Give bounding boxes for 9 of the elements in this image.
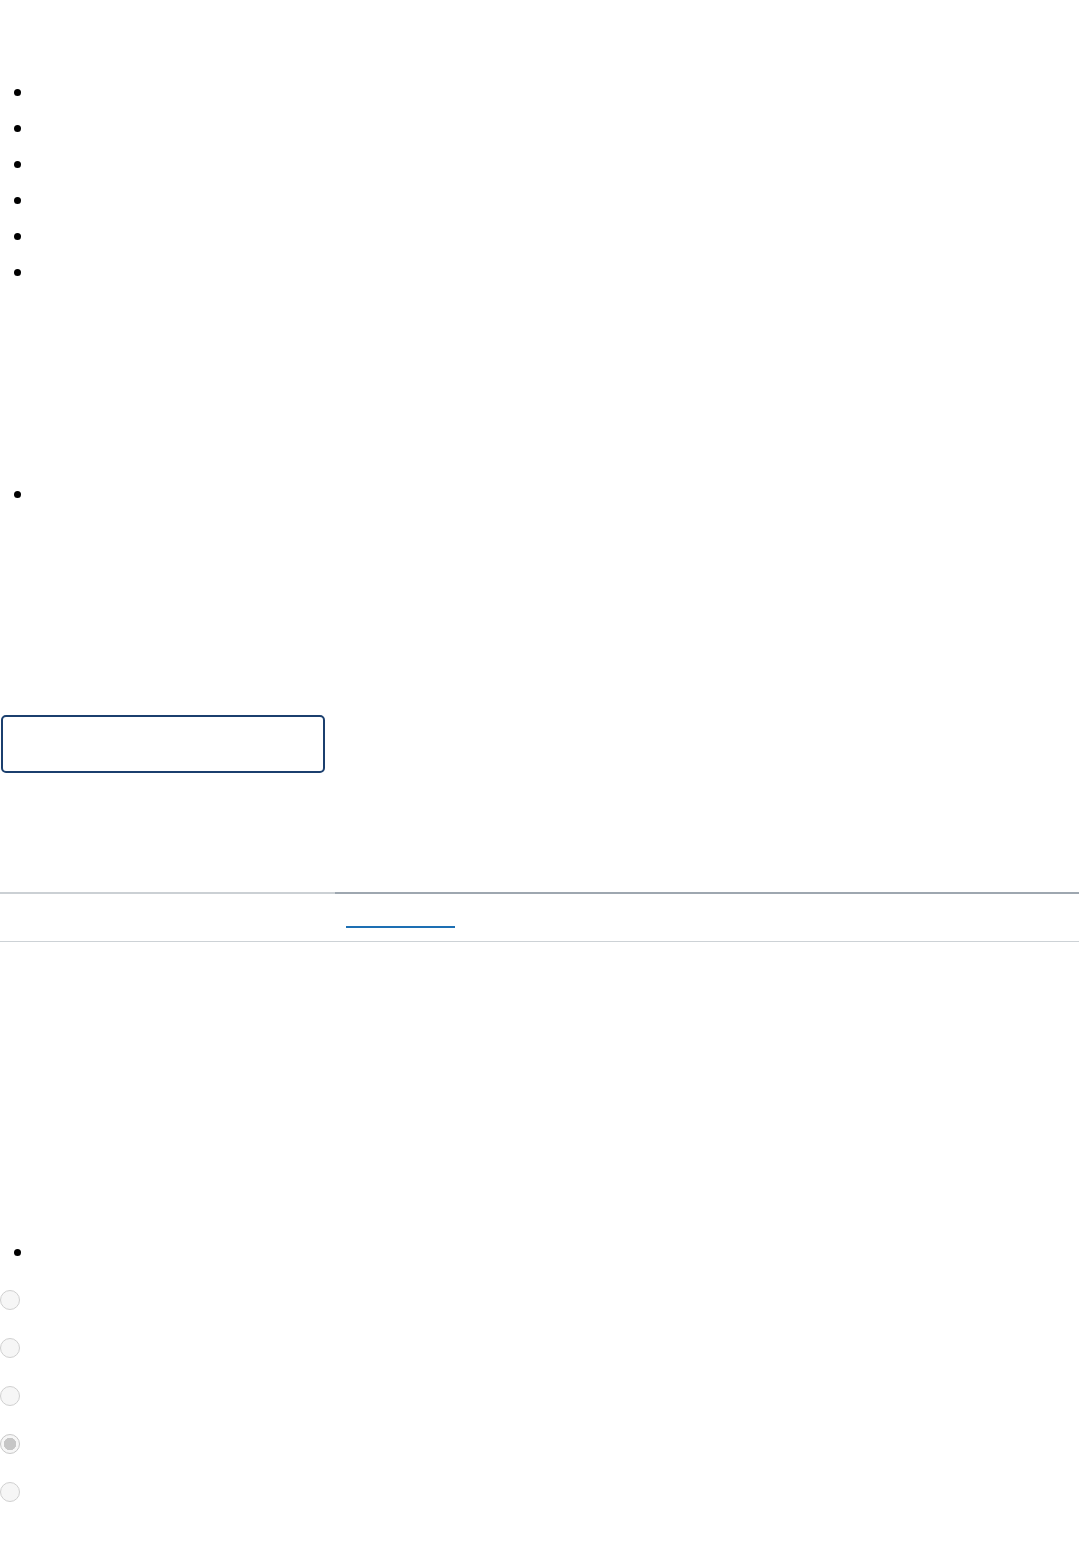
bullet-icon — [14, 1248, 21, 1256]
bullet-icon — [14, 268, 21, 276]
bullet-icon — [14, 160, 21, 168]
bullet-icon — [14, 88, 21, 96]
bullet-icon — [14, 232, 21, 240]
bullet-icon — [14, 490, 21, 498]
bullet-icon — [14, 196, 21, 204]
text-field[interactable] — [1, 715, 325, 773]
bullet-icon — [14, 124, 21, 132]
